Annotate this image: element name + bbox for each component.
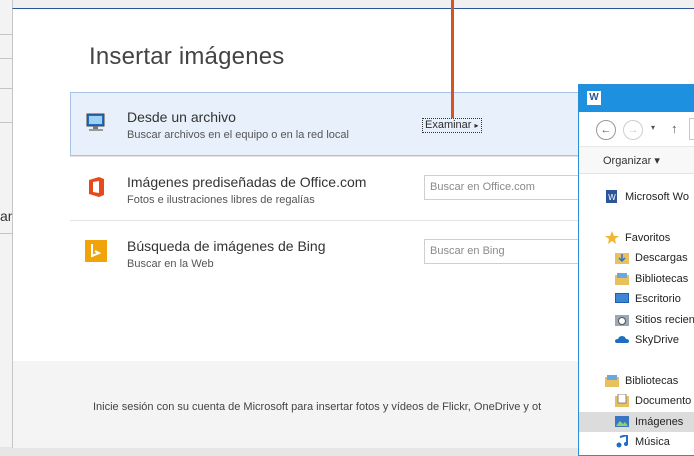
tree-item-music[interactable]: Música — [579, 432, 694, 452]
up-button[interactable]: ↑ — [671, 121, 678, 136]
explorer-titlebar[interactable]: W — [579, 85, 694, 112]
tree-item-label: Bibliotecas — [625, 375, 679, 387]
tree-item-label: Microsoft Wo — [625, 191, 689, 203]
desktop-icon — [615, 293, 629, 303]
bing-logo-icon — [85, 240, 107, 262]
option-title: Búsqueda de imágenes de Bing — [127, 238, 326, 254]
address-bar[interactable] — [689, 118, 694, 140]
tree-item-label: Favoritos — [625, 232, 671, 244]
microsoft-signin-text: Inicie sesión con su cuenta de Microsoft… — [93, 401, 542, 413]
chevron-down-icon[interactable]: ▾ — [651, 123, 655, 132]
option-subtitle: Buscar en la Web — [127, 258, 214, 270]
office-logo-icon — [89, 177, 104, 197]
background-divider — [0, 233, 12, 234]
recent-places-icon — [615, 315, 629, 326]
tree-item-label: Sitios recien — [635, 314, 694, 326]
option-subtitle: Fotos e ilustraciones libres de regalías — [127, 194, 315, 206]
dialog-title: Insertar imágenes — [89, 43, 285, 70]
callout-line — [451, 0, 454, 118]
computer-icon — [86, 113, 105, 131]
downloads-folder-icon — [615, 253, 629, 264]
word-app-icon: W — [587, 91, 601, 105]
tree-item-desktop[interactable]: Escritorio — [579, 289, 694, 309]
background-divider — [0, 58, 12, 59]
tree-item-label: SkyDrive — [635, 334, 680, 346]
file-explorer-window: W ← → ▾ ↑ Organizar ▾ W Microsoft Wo Fav… — [578, 84, 694, 456]
tree-item-libraries-fav[interactable]: Bibliotecas — [579, 269, 694, 289]
organize-button[interactable]: Organizar ▾ — [603, 154, 660, 167]
tree-item-word-doc[interactable]: W Microsoft Wo — [579, 187, 694, 207]
word-doc-icon: W — [606, 190, 617, 203]
background-divider — [0, 122, 12, 123]
background-text-fragment: an — [0, 208, 12, 224]
tree-item-recent-places[interactable]: Sitios recien — [579, 310, 694, 330]
forward-button[interactable]: → — [623, 120, 643, 140]
tree-item-favorites[interactable]: Favoritos — [579, 228, 694, 248]
tree-item-documents[interactable]: Documento — [579, 391, 694, 411]
svg-text:W: W — [608, 193, 616, 202]
tree-item-pictures[interactable]: Imágenes — [579, 412, 694, 432]
tree-item-skydrive[interactable]: SkyDrive — [579, 330, 694, 350]
tree-item-label: Documento — [635, 395, 692, 407]
option-subtitle: Buscar archivos en el equipo o en la red… — [127, 129, 349, 141]
back-button[interactable]: ← — [596, 120, 616, 140]
library-folder-icon — [605, 375, 619, 387]
option-title: Desde un archivo — [127, 109, 236, 125]
star-icon — [605, 231, 619, 244]
explorer-navbar: ← → ▾ ↑ — [579, 112, 694, 147]
background-divider — [0, 88, 12, 89]
music-icon — [616, 435, 628, 448]
cloud-icon — [615, 336, 629, 343]
documents-icon — [615, 394, 629, 407]
background-divider — [0, 34, 12, 35]
tree-item-label: Imágenes — [635, 416, 684, 428]
background-app-top — [12, 0, 694, 8]
tree-item-downloads[interactable]: Descargas — [579, 248, 694, 268]
tree-item-label: Música — [635, 436, 670, 448]
pictures-icon — [615, 416, 629, 427]
explorer-toolbar: Organizar ▾ — [579, 147, 694, 174]
tree-item-label: Bibliotecas — [635, 273, 689, 285]
chevron-right-icon: ▸ — [474, 121, 479, 130]
tree-item-libraries[interactable]: Bibliotecas — [579, 371, 694, 391]
browse-label: Examinar — [425, 119, 472, 131]
library-folder-icon — [615, 273, 629, 285]
option-title: Imágenes prediseñadas de Office.com — [127, 174, 367, 190]
tree-item-label: Escritorio — [635, 293, 681, 305]
tree-item-label: Descargas — [635, 252, 688, 264]
browse-link[interactable]: Examinar ▸ — [422, 118, 482, 133]
